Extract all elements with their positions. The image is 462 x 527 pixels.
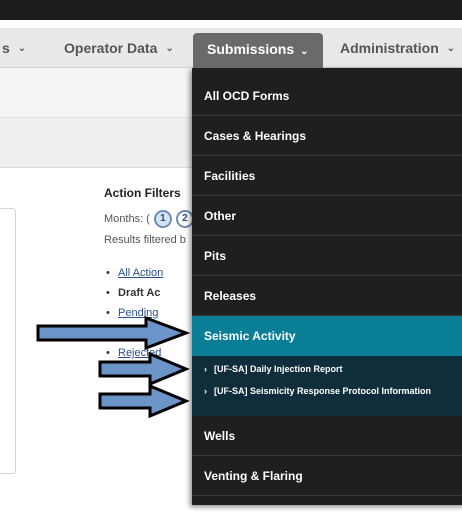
menu-item-other[interactable]: Other <box>192 196 462 236</box>
filter-link-all-actions-text[interactable]: All Action <box>118 267 163 279</box>
menu-item-venting-flaring[interactable]: Venting & Flaring <box>192 456 462 496</box>
nav-item-submissions-label: Submissions <box>207 41 295 57</box>
caret-down-icon: ⌄ <box>446 42 456 54</box>
menu-item-cases-hearings[interactable]: Cases & Hearings <box>192 116 462 156</box>
caret-down-icon: ⌄ <box>300 46 309 57</box>
chevron-right-icon: › <box>204 364 207 374</box>
caret-down-icon: ⌄ <box>17 42 27 54</box>
chevron-right-icon: › <box>204 386 207 396</box>
nav-item-submissions-wrap: Submissions ⌄ <box>207 41 309 57</box>
left-content-panel <box>0 208 16 474</box>
menu-item-facilities[interactable]: Facilities <box>192 156 462 196</box>
menu-item-wells[interactable]: Wells <box>192 416 462 456</box>
seismic-submenu: › [UF-SA] Daily Injection Report › [UF-S… <box>192 356 462 416</box>
menu-item-pits[interactable]: Pits <box>192 236 462 276</box>
caret-down-icon: ⌄ <box>165 42 174 54</box>
filter-link-draft-text[interactable]: Draft Ac <box>118 287 160 299</box>
nav-item-operator-data-label: Operator Data <box>64 40 158 56</box>
submenu-item-seismicity-response-protocol-label: [UF-SA] Seismicity Response Protocol Inf… <box>214 386 432 396</box>
month-option-1[interactable]: 1 <box>153 210 172 228</box>
nav-item-partial[interactable]: s ⌄ <box>2 28 26 68</box>
nav-item-administration-label: Administration <box>340 40 439 56</box>
nav-item-submissions[interactable]: Submissions ⌄ <box>193 33 323 68</box>
right-arrow-icon <box>98 384 190 418</box>
nav-item-operator-data[interactable]: Operator Data ⌄ <box>64 28 174 68</box>
right-arrow-icon <box>36 316 190 350</box>
submenu-item-daily-injection-report-label: [UF-SA] Daily Injection Report <box>214 364 343 374</box>
menu-item-releases[interactable]: Releases <box>192 276 462 316</box>
menu-item-seismic-activity[interactable]: Seismic Activity <box>192 316 462 356</box>
nav-item-partial-label: s <box>2 40 10 56</box>
menu-item-all-ocd-forms[interactable]: All OCD Forms <box>192 76 462 116</box>
submissions-dropdown-menu: All OCD Forms Cases & Hearings Facilitie… <box>192 68 462 505</box>
top-bar <box>0 0 462 20</box>
months-label: Months: ( <box>104 213 150 225</box>
nav-item-administration[interactable]: Administration ⌄ <box>340 28 455 68</box>
right-arrow-icon <box>98 352 190 386</box>
